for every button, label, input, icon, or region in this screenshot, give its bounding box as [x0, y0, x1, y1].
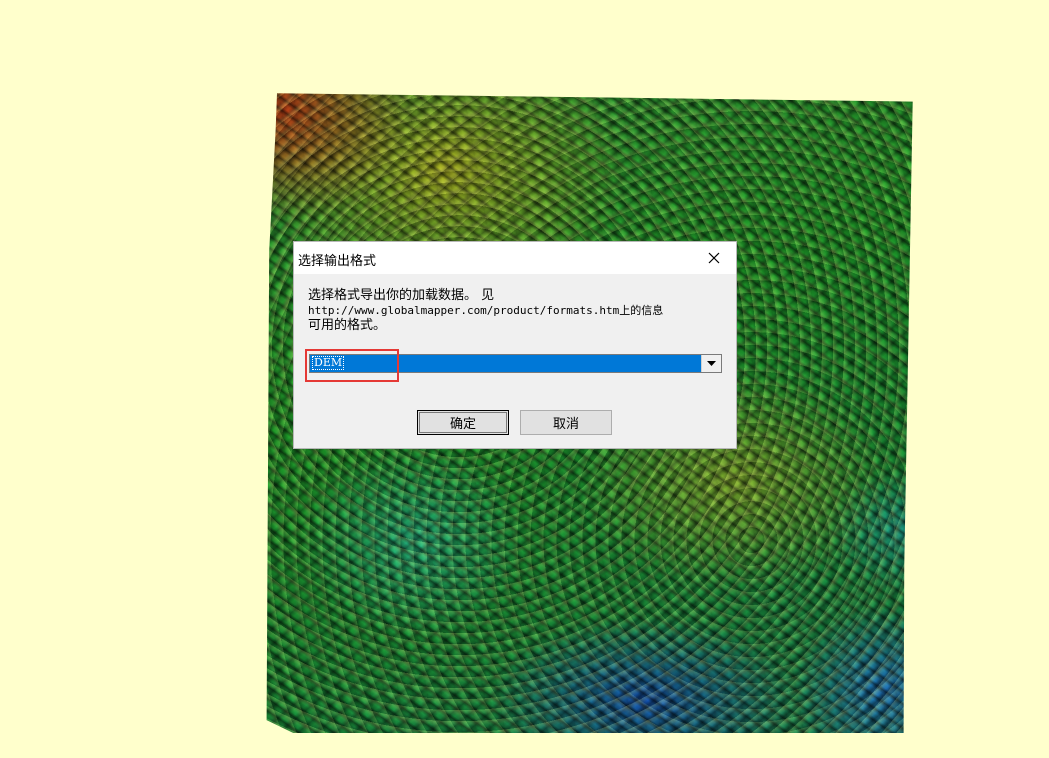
dialog-title: 选择输出格式 — [298, 254, 377, 269]
select-output-format-dialog: 选择输出格式 选择格式导出你的加载数据。 见 http://www.global… — [293, 241, 737, 449]
message-line: 选择格式导出你的加载数据。 见 — [308, 288, 495, 303]
dialog-titlebar: 选择输出格式 — [294, 242, 736, 274]
format-select-value: DEM — [311, 356, 345, 370]
dialog-message: 选择格式导出你的加载数据。 见 http://www.globalmapper.… — [308, 288, 728, 333]
close-button[interactable] — [692, 242, 736, 274]
message-line: 可用的格式。 — [308, 318, 387, 333]
close-icon — [708, 252, 720, 264]
format-select[interactable]: DEM — [309, 354, 722, 373]
ok-button[interactable]: 确定 — [417, 410, 509, 435]
cancel-button[interactable]: 取消 — [520, 410, 612, 435]
chevron-down-icon[interactable] — [701, 355, 721, 372]
message-line-url: http://www.globalmapper.com/product/form… — [308, 304, 664, 317]
